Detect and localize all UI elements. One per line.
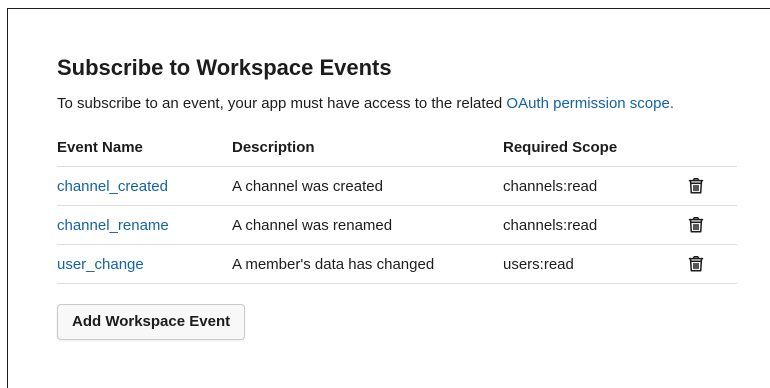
event-scope: users:read [503,244,687,284]
table-row: channel_rename A channel was renamed cha… [57,205,737,245]
trash-icon[interactable] [687,216,705,234]
trash-icon[interactable] [687,255,705,273]
workspace-events-section: Subscribe to Workspace Events To subscri… [57,52,737,340]
column-header-description: Description [232,128,503,167]
column-header-required-scope: Required Scope [503,128,687,167]
table-header-row: Event Name Description Required Scope [57,128,737,167]
add-workspace-event-button[interactable]: Add Workspace Event [57,304,246,340]
event-scope: channels:read [503,166,687,206]
column-header-actions [687,128,737,167]
event-name-link[interactable]: channel_rename [57,217,169,234]
event-scope: channels:read [503,205,687,245]
column-header-event-name: Event Name [57,128,232,167]
event-name-link[interactable]: user_change [57,256,144,273]
events-table: Event Name Description Required Scope ch… [57,128,737,284]
section-description-text: To subscribe to an event, your app must … [57,95,507,112]
section-title: Subscribe to Workspace Events [57,55,392,80]
event-description: A member's data has changed [232,244,503,284]
table-row: user_change A member's data has changed … [57,244,737,284]
event-description: A channel was created [232,166,503,206]
event-name-link[interactable]: channel_created [57,178,168,195]
table-row: channel_created A channel was created ch… [57,166,737,206]
trash-icon[interactable] [687,177,705,195]
event-description: A channel was renamed [232,205,503,245]
oauth-scope-link[interactable]: OAuth permission scope. [506,95,674,112]
section-description: To subscribe to an event, your app must … [57,93,737,115]
